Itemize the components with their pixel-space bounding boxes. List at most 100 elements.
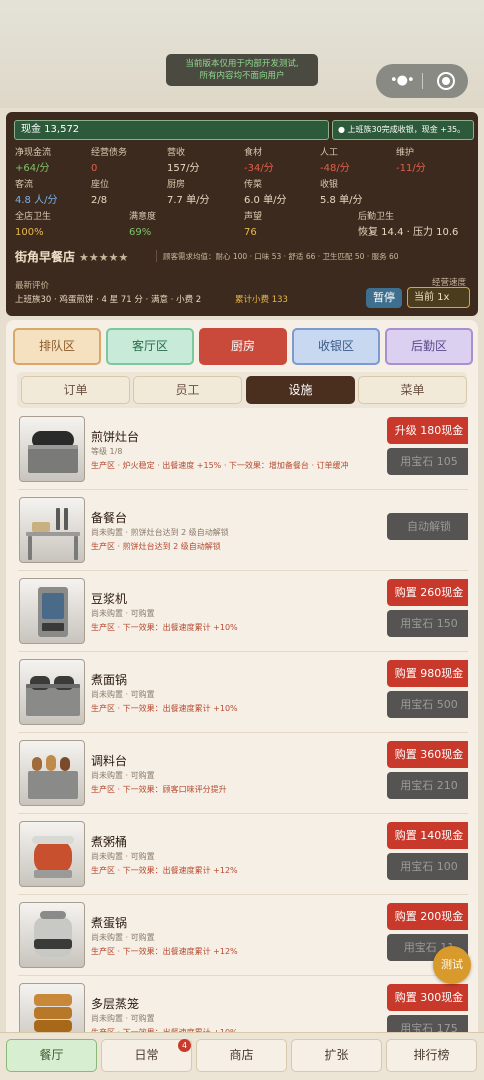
facility-item: 多层蒸笼尚未购置 · 可购置生产区 · 下一效果：出餐速度累计 +10%购置 3… [18,977,468,1040]
stat-value: 69% [129,227,152,238]
facility-item: 煮蛋锅 尚未购置 · 可购置 生产区 · 下一效果：出餐速度累计 +12% 购置 20… [18,896,468,976]
facility-effect: 生产区 · 煎饼灶台达到 2 级自动解锁 [91,542,221,551]
facility-name: 煮面锅 [91,673,128,687]
stat-value: -11/分 [396,163,426,174]
target-circle-icon[interactable] [437,72,455,90]
stat-stats_row2-0: 客流 4.8 人/分 [15,180,57,207]
stat-stats_row1-3: 食材 -34/分 [244,148,274,175]
main-panel: 排队区 客厅区 厨房 收银区 后勤区 订单 员工 设施 菜单 煎饼灶台 等级 1/8 生产区… [6,320,478,1040]
tab-area-logistics[interactable]: 后勤区 [385,328,473,365]
buy-cash-button[interactable]: 购置 300现金 [387,984,468,1011]
stat-stats_row1-5: 维护 -11/分 [396,148,426,175]
tab-facilities[interactable]: 设施 [246,376,355,404]
facility-name: 调料台 [91,754,128,768]
facility-effect: 生产区 · 下一效果：出餐速度累计 +10% [91,704,238,713]
buy-cash-button[interactable]: 购置 260现金 [387,579,468,606]
facility-item: 备餐台尚未购置 · 煎饼灶台达到 2 级自动解锁 生产区 · 煎饼灶台达到 2 级… [18,491,468,571]
porridge-pot-part-2 [34,870,72,878]
soymilk-machine-part-2 [42,623,64,631]
buy-gem-button[interactable]: 用宝石 105 [387,448,468,475]
stat-label: 人工 [320,148,339,158]
buy-cash-button[interactable]: 购置 980现金 [387,660,468,687]
stat-value: 5.8 单/分 [320,195,363,206]
stat-value: 100% [15,227,44,238]
prep-table-part-4 [28,536,32,560]
facility-item: 煎饼灶台 等级 1/8 生产区 · 炉火稳定 · 出餐速度 +15% · 下一效果：… [18,410,468,490]
stat-stats_row3-1: 满意度 69% [129,212,156,239]
stat-stats_row1-4: 人工 -48/分 [320,148,350,175]
tab-area-dining[interactable]: 客厅区 [106,328,194,365]
star-rating-icon: ★★★★★ [79,251,129,264]
buy-gem-button[interactable]: 用宝石 210 [387,772,468,799]
facility-status: 等级 1/8 [91,447,123,456]
prep-table-part-0 [26,532,80,536]
buy-cash-button[interactable]: 升级 180现金 [387,417,468,444]
tab-area-cashier[interactable]: 收银区 [292,328,380,365]
facility-status: 尚未购置 · 煎饼灶台达到 2 级自动解锁 [91,528,229,537]
prep-table-icon [19,497,85,563]
nav-restaurant[interactable]: 餐厅 [6,1039,97,1072]
test-button[interactable]: 测试 [433,946,471,984]
buy-cash-button[interactable]: 购置 140现金 [387,822,468,849]
customer-needs: 顾客需求均值：耐心 100 · 口味 53 · 舒适 66 · 卫生匹配 50 … [163,252,399,261]
stat-stats_row3-3: 后勤卫生恢复 14.4 · 压力 10.6 [358,212,458,239]
tab-orders[interactable]: 订单 [21,376,130,404]
buy-gem-button[interactable]: 用宝石 500 [387,691,468,718]
shop-name: 街角早餐店 ★★★★★ [15,248,128,265]
stat-value: 76 [244,227,257,238]
buy-gem-button[interactable]: 用宝石 100 [387,853,468,880]
facility-status: 尚未购置 · 可购置 [91,609,155,618]
noodle-pot-icon [19,659,85,725]
shop-name-text: 街角早餐店 [15,250,76,264]
facility-item: 煮面锅 尚未购置 · 可购置 生产区 · 下一效果：出餐速度累计 +10% 购置 98… [18,653,468,733]
facility-item: 煮粥桶 尚未购置 · 可购置 生产区 · 下一效果：出餐速度累计 +12% 购置 14… [18,815,468,895]
griddle-stove-part-2 [28,445,78,449]
noodle-pot-part-3 [26,684,80,688]
stat-value: 6.0 单/分 [244,195,287,206]
noodle-pot-part-0 [26,686,80,716]
stat-value: 恢复 14.4 · 压力 10.6 [358,227,459,238]
tab-staff[interactable]: 员工 [133,376,242,404]
stat-value: -34/分 [244,163,274,174]
seasoning-station-part-2 [46,755,56,771]
bottom-nav: 餐厅 日常 商店 扩张 排行榜 [0,1032,484,1080]
stat-label: 经营债务 [91,148,128,158]
seasoning-station-part-0 [28,771,78,799]
stat-stats_row2-4: 收银 5.8 单/分 [320,180,362,207]
buy-gem-button[interactable]: 用宝石 150 [387,610,468,637]
tab-menu[interactable]: 菜单 [358,376,467,404]
soymilk-machine-part-1 [42,593,64,619]
stat-value: -48/分 [320,163,350,174]
latest-review: 上班族30 · 鸡蛋煎饼 · 4 星 71 分 · 满意 · 小费 2 [15,295,202,305]
nav-leaderboard[interactable]: 排行榜 [386,1039,477,1072]
pause-button[interactable]: 暂停 [366,288,402,308]
stat-value: 157/分 [167,163,200,174]
facility-status: 尚未购置 · 可购置 [91,1014,155,1023]
more-dots-icon[interactable]: •●• [390,74,415,87]
total-tips: 累计小费 133 [235,295,288,305]
tab-area-kitchen[interactable]: 厨房 [199,328,287,365]
egg-cooker-part-1 [34,939,72,949]
auto-unlock-button[interactable]: 自动解锁 [387,513,468,540]
dev-notice-line1: 当前版本仅用于内部开发测试, [185,59,299,69]
stat-label: 厨房 [167,180,186,190]
speed-selector[interactable]: 当前 1x [407,287,470,308]
buy-cash-button[interactable]: 购置 360现金 [387,741,468,768]
seasoning-station-icon [19,740,85,806]
facility-list[interactable]: 煎饼灶台 等级 1/8 生产区 · 炉火稳定 · 出餐速度 +15% · 下一效果：… [18,410,468,1040]
mini-program-capsule: •●• [376,64,468,98]
nav-expand[interactable]: 扩张 [291,1039,382,1072]
egg-cooker-icon [19,902,85,968]
stat-stats_row1-0: 净现金流 +64/分 [15,148,51,175]
capsule-divider [422,73,423,89]
nav-shop[interactable]: 商店 [196,1039,287,1072]
stat-value: 0 [91,163,98,174]
buy-cash-button[interactable]: 购置 200现金 [387,903,468,930]
tab-area-queue[interactable]: 排队区 [13,328,101,365]
facility-name: 备餐台 [91,511,128,525]
stat-value: 2/8 [91,195,108,206]
stat-stats_row2-2: 厨房 7.7 单/分 [167,180,209,207]
stat-label: 收银 [320,180,339,190]
facility-name: 豆浆机 [91,592,128,606]
stat-label: 后勤卫生 [358,212,395,222]
